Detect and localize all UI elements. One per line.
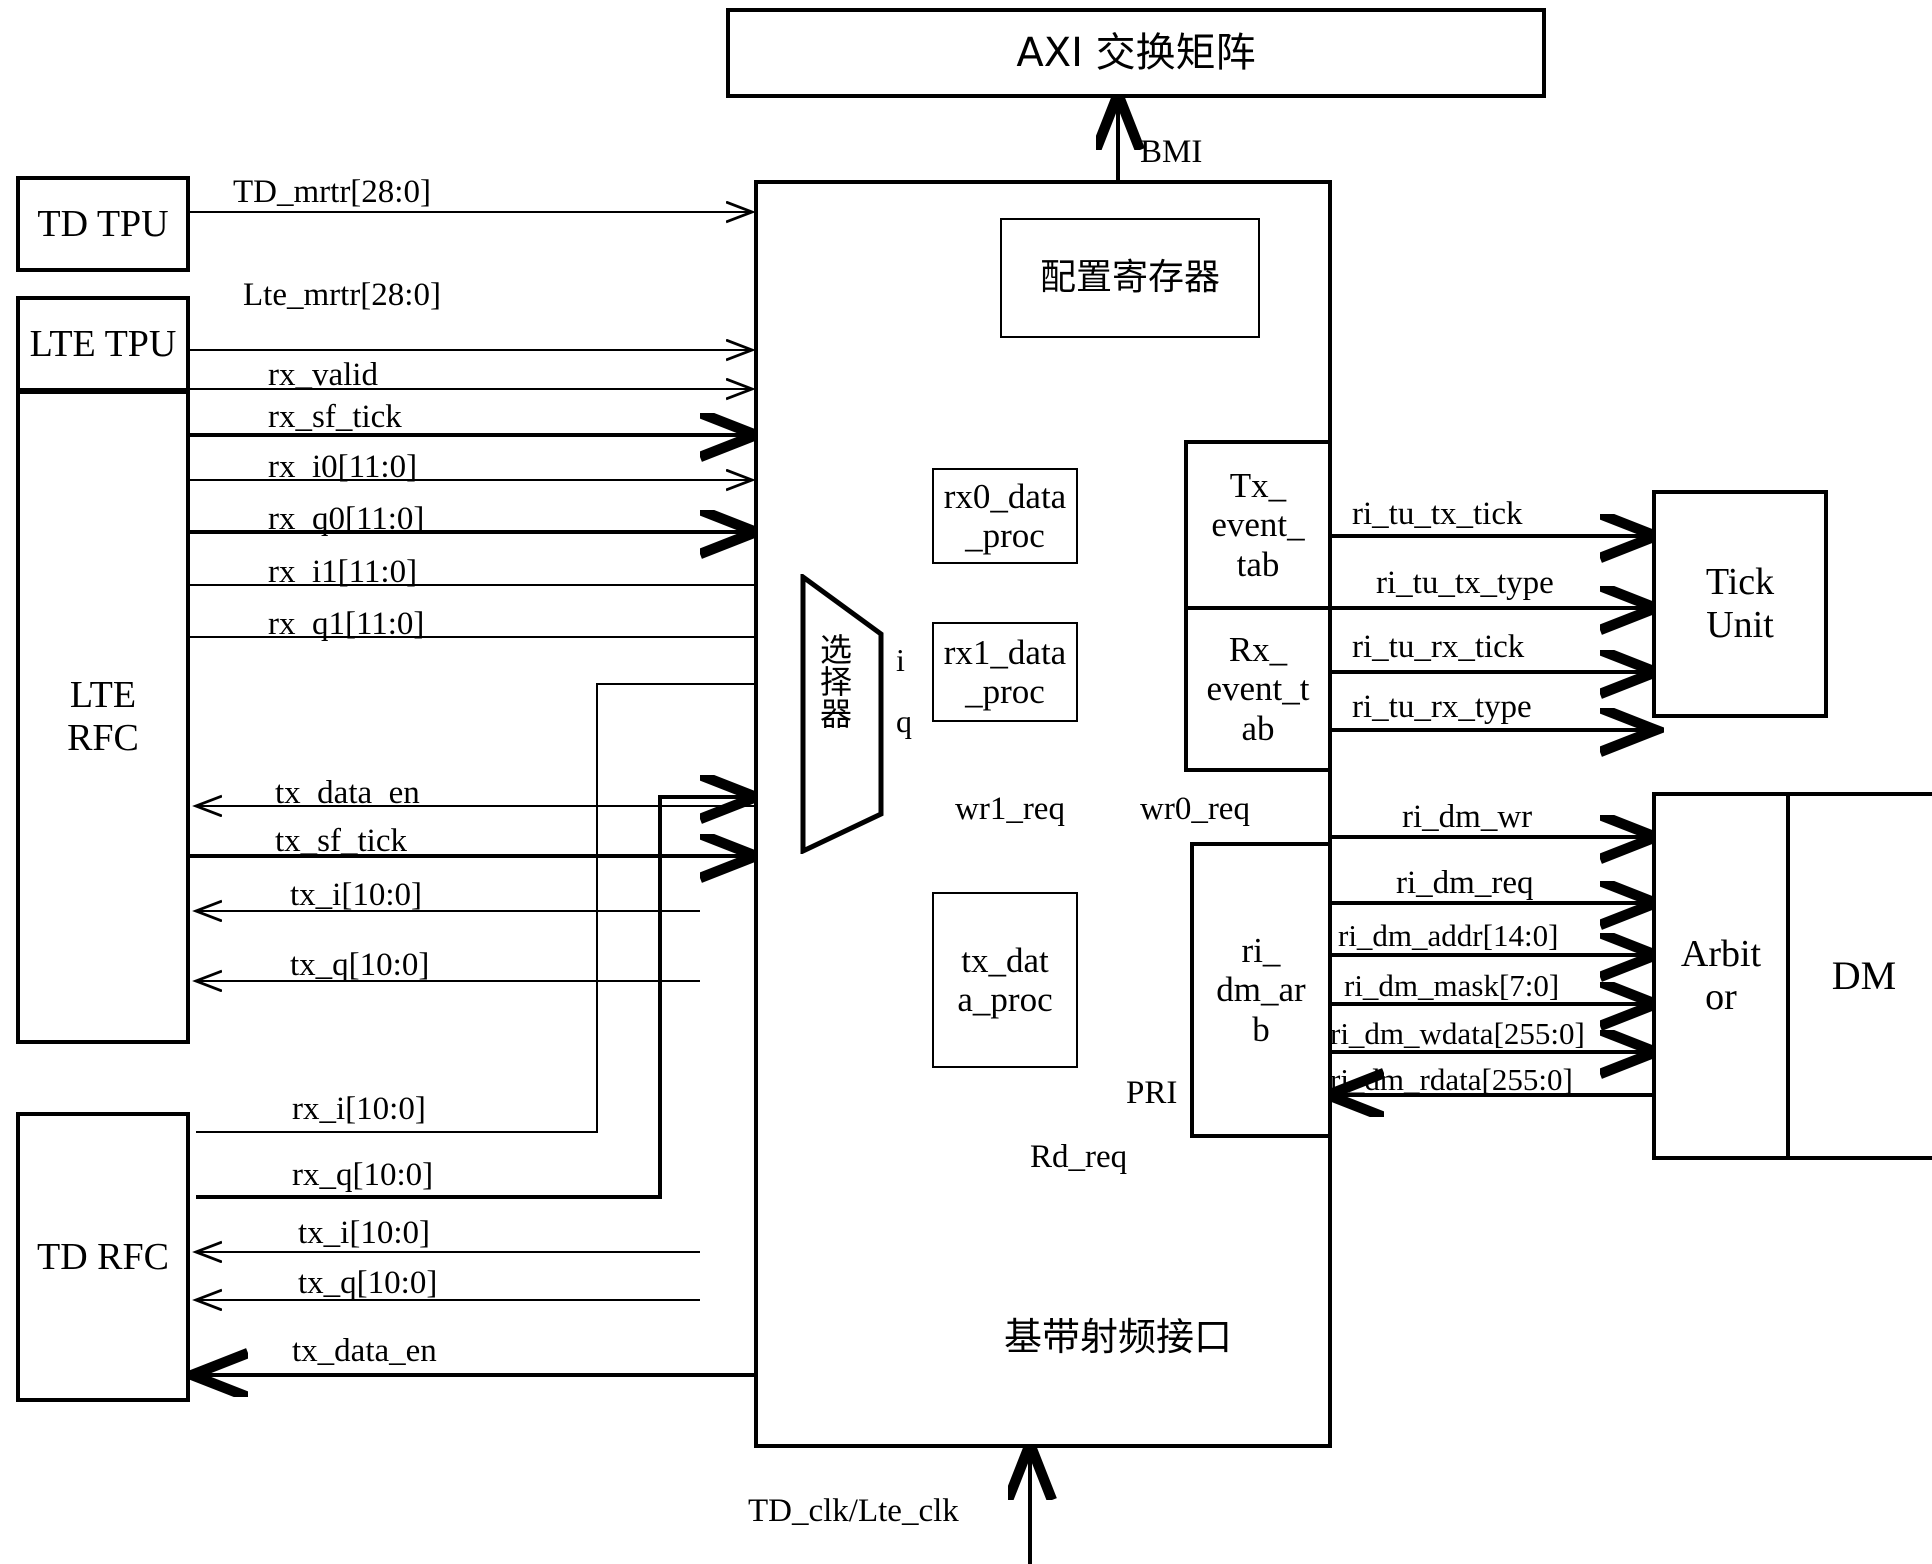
ri-dm-arb-block[interactable]: ri_ dm_ar b [1190,842,1332,1138]
signal-tx-i-lte: tx_i[10:0] [290,877,422,913]
tx-event-tab-label: Tx_ event_ tab [1211,466,1305,584]
rx0-data-proc-block[interactable]: rx0_data _proc [932,468,1078,564]
signal-ri-tu-rx-tick: ri_tu_rx_tick [1352,629,1525,665]
rx1-data-proc-label: rx1_data _proc [943,632,1067,711]
tx-event-tab-block[interactable]: Tx_ event_ tab [1184,440,1332,610]
dm-group-block[interactable]: Arbit or DM [1652,792,1932,1160]
axi-matrix-block[interactable]: AXI 交换矩阵 [726,8,1546,98]
lte-rfc-block[interactable]: LTE RFC [16,390,190,1044]
signal-ri-dm-mask: ri_dm_mask[7:0] [1344,968,1560,1003]
signal-rx-i1: rx_i1[11:0] [268,554,418,590]
signal-ri-tu-rx-type: ri_tu_rx_type [1352,689,1532,725]
signal-rx-valid: rx_valid [268,357,378,393]
rx1-data-proc-block[interactable]: rx1_data _proc [932,622,1078,722]
rx-event-tab-label: Rx_ event_t ab [1206,630,1310,748]
selector-block[interactable]: 选择器 [800,574,884,854]
selector-label: 选择器 [820,631,853,733]
tick-unit-block[interactable]: Tick Unit [1652,490,1828,718]
signal-ri-dm-wdata: ri_dm_wdata[255:0] [1330,1016,1585,1051]
signal-rx-sf-tick: rx_sf_tick [268,399,402,435]
signal-rx-i-td: rx_i[10:0] [292,1091,426,1127]
signal-tx-q-lte: tx_q[10:0] [290,947,430,983]
signal-ri-tu-tx-tick: ri_tu_tx_tick [1352,496,1523,532]
arbitor-label: Arbit or [1680,933,1762,1018]
rx0-data-proc-label: rx0_data _proc [943,476,1067,555]
signal-clock: TD_clk/Lte_clk [748,1493,959,1529]
signal-lte-mrtr: Lte_mrtr[28:0] [243,277,441,313]
signal-ri-dm-rdata: ri_dm_rdata[255:0] [1330,1062,1573,1097]
signal-ri-dm-req: ri_dm_req [1396,865,1534,901]
signal-rx-q0: rx_q0[11:0] [268,501,425,537]
axi-matrix-label: AXI 交换矩阵 [1016,29,1256,76]
config-register-label: 配置寄存器 [1039,256,1220,298]
arbitor-block[interactable]: Arbit or [1656,796,1790,1156]
rx-event-tab-block[interactable]: Rx_ event_t ab [1184,606,1332,772]
dm-label: DM [1831,952,1897,998]
td-tpu-label: TD TPU [37,202,169,245]
selector-q-port-label: q [896,703,912,739]
signal-tx-data-en-lte: tx_data_en [275,775,420,811]
signal-ri-dm-wr: ri_dm_wr [1402,799,1533,835]
tx-data-proc-label: tx_dat a_proc [957,940,1053,1019]
lte-tpu-label: LTE TPU [29,322,177,365]
signal-rx-q-td: rx_q[10:0] [292,1157,434,1193]
signal-rx-q1: rx_q1[11:0] [268,606,425,642]
tick-unit-label: Tick Unit [1705,561,1775,646]
signal-tx-i-td: tx_i[10:0] [298,1215,430,1251]
lte-rfc-label: LTE RFC [67,674,139,759]
lte-tpu-block[interactable]: LTE TPU [16,296,190,392]
dm-block[interactable]: DM [1790,952,1932,999]
td-rfc-label: TD RFC [37,1235,169,1278]
config-register-block[interactable]: 配置寄存器 [1000,218,1260,338]
signal-tx-q-td: tx_q[10:0] [298,1265,438,1301]
signal-pri: PRI [1126,1075,1178,1111]
td-rfc-block[interactable]: TD RFC [16,1112,190,1402]
signal-tx-sf-tick: tx_sf_tick [275,823,407,859]
brfi-label: 基带射频接口 [1004,1315,1233,1359]
signal-wr0-req: wr0_req [1140,791,1250,827]
signal-td-mrtr: TD_mrtr[28:0] [233,174,431,210]
signal-wr1-req: wr1_req [955,791,1065,827]
td-tpu-block[interactable]: TD TPU [16,176,190,272]
signal-ri-tu-tx-type: ri_tu_tx_type [1376,565,1554,601]
signal-rx-i0: rx_i0[11:0] [268,449,418,485]
signal-bmi: BMI [1140,134,1203,170]
selector-i-port-label: i [896,642,905,678]
diagram-canvas: AXI 交换矩阵 TD TPU LTE TPU LTE RFC TD RFC 基… [0,0,1932,1564]
ri-dm-arb-label: ri_ dm_ar b [1216,931,1306,1049]
signal-tx-data-en-td: tx_data_en [292,1333,437,1369]
signal-ri-dm-addr: ri_dm_addr[14:0] [1338,918,1559,953]
tx-data-proc-block[interactable]: tx_dat a_proc [932,892,1078,1068]
signal-rd-req: Rd_req [1030,1139,1128,1175]
